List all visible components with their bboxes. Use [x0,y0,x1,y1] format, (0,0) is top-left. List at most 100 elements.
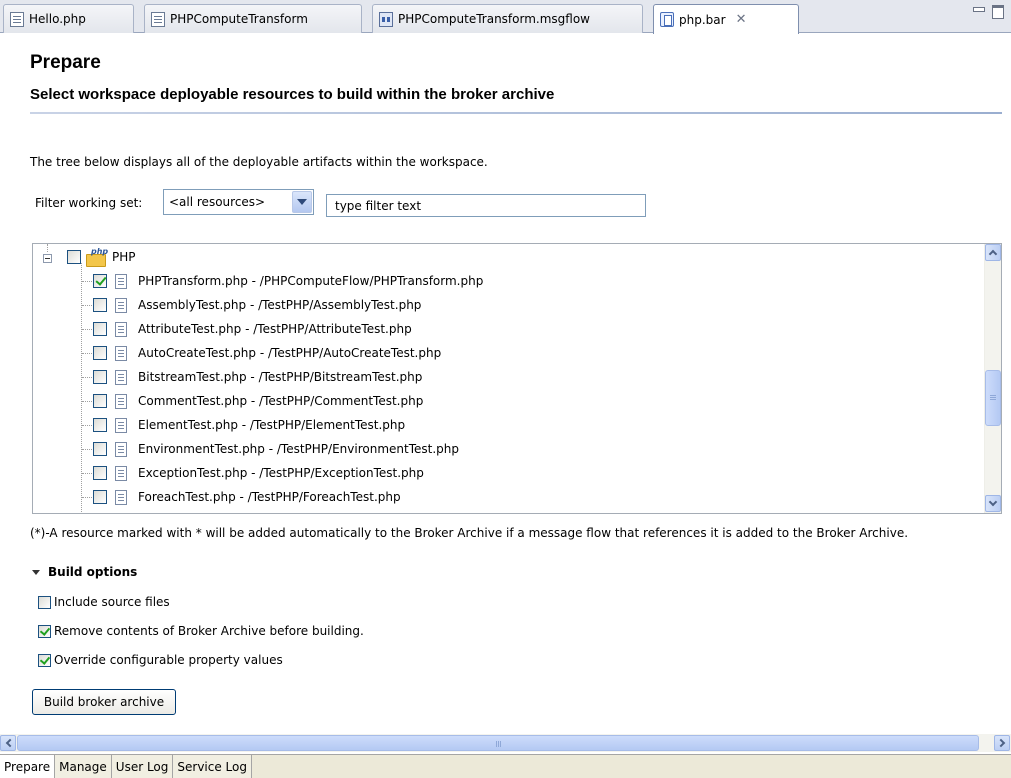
tab-user-log[interactable]: User Log [111,755,174,778]
remove-contents-option[interactable]: Remove contents of Broker Archive before… [38,624,364,638]
filter-working-set-label: Filter working set: [35,196,143,210]
tree-row[interactable]: AssemblyTest.php - /TestPHP/AssemblyTest… [33,294,421,316]
window-controls [973,5,1004,19]
tree-row[interactable]: ExceptionTest.php - /TestPHP/ExceptionTe… [33,462,424,484]
build-broker-archive-button[interactable]: Build broker archive [32,689,176,715]
php-file-icon [151,11,165,27]
deployable-resources-tree: PHP PHPTransform.php - /PHPComputeFlow/P… [32,243,1002,514]
tree-row[interactable]: ForeachTest.php - /TestPHP/ForeachTest.p… [33,486,401,508]
working-set-select[interactable]: <all resources> [163,189,314,215]
tab-prepare[interactable]: Prepare [0,755,56,778]
horizontal-scroll-thumb[interactable] [17,735,979,751]
tree-item-label: PHPTransform.php - /PHPComputeFlow/PHPTr… [138,274,484,288]
tree-checkbox[interactable] [93,322,107,336]
scroll-left-button[interactable] [0,735,16,751]
option-label: Include source files [54,595,170,609]
option-label: Remove contents of Broker Archive before… [54,624,364,638]
php-folder-icon [86,247,108,267]
tree-row[interactable]: BitstreamTest.php - /TestPHP/BitstreamTe… [33,366,422,388]
override-properties-option[interactable]: Override configurable property values [38,653,283,667]
tree-row[interactable]: CommentTest.php - /TestPHP/CommentTest.p… [33,390,423,412]
tree-vertical-scrollbar[interactable] [984,244,1001,513]
tab-phpcomputetransform[interactable]: PHPComputeTransform [144,4,362,33]
tree-row[interactable]: AutoCreateTest.php - /TestPHP/AutoCreate… [33,342,441,364]
tree-item-label: ForeachTest.php - /TestPHP/ForeachTest.p… [138,490,401,504]
tree-row[interactable]: PHPTransform.php - /PHPComputeFlow/PHPTr… [33,270,483,292]
tab-msgflow[interactable]: PHPComputeTransform.msgflow [372,4,643,33]
tree-checkbox[interactable] [93,490,107,504]
php-file-icon [10,11,24,27]
tree-item-label: AttributeTest.php - /TestPHP/AttributeTe… [138,322,412,336]
tree-item-label: ElementTest.php - /TestPHP/ElementTest.p… [138,418,406,432]
expand-twisty-icon[interactable] [32,569,40,575]
include-source-files-option[interactable]: Include source files [38,595,170,609]
tree-checkbox[interactable] [93,442,107,456]
tree-item-label: CommentTest.php - /TestPHP/CommentTest.p… [138,394,424,408]
tree-row[interactable]: ElementTest.php - /TestPHP/ElementTest.p… [33,414,405,436]
close-icon[interactable]: ✕ [736,12,747,27]
chevron-left-icon [5,738,14,748]
editor-tab-bar: Hello.php PHPComputeTransform PHPCompute… [0,0,1011,34]
build-options-title: Build options [48,565,138,579]
message-flow-icon [379,11,393,27]
horizontal-scrollbar[interactable] [0,734,1011,752]
tree-checkbox[interactable] [93,394,107,408]
working-set-value: <all resources> [169,195,266,209]
tab-label: Hello.php [29,12,86,26]
tab-label: PHPComputeTransform.msgflow [398,12,590,26]
tree-row[interactable]: EnvironmentTest.php - /TestPHP/Environme… [33,438,459,460]
php-file-icon [115,441,127,457]
tree-item-label: EnvironmentTest.php - /TestPHP/Environme… [138,442,459,456]
tab-label: php.bar [679,12,726,27]
tree-item-label: AutoCreateTest.php - /TestPHP/AutoCreate… [138,346,442,360]
chevron-right-icon [996,738,1005,748]
collapse-icon[interactable] [43,254,52,263]
php-file-icon [115,297,127,313]
tree-item-label: ExceptionTest.php - /TestPHP/ExceptionTe… [138,466,424,480]
dropdown-button[interactable] [292,191,312,213]
minimize-icon[interactable] [973,5,985,15]
option-label: Override configurable property values [54,653,283,667]
build-options-header[interactable]: Build options [32,565,137,579]
tree-row-php-folder[interactable]: PHP [33,246,136,268]
page-description: The tree below displays all of the deplo… [30,155,488,169]
filter-text-input[interactable] [326,194,646,217]
scroll-thumb[interactable] [985,370,1001,426]
tab-hello-php[interactable]: Hello.php [3,4,134,33]
page-title: Prepare [30,52,101,73]
editor-page-tabs: Prepare Manage User Log Service Log [0,754,1011,778]
include-source-files-checkbox[interactable] [38,595,51,609]
tree-checkbox[interactable] [93,298,107,312]
scroll-down-button[interactable] [985,495,1001,512]
tree-checkbox[interactable] [93,274,107,288]
tree-item-label: BitstreamTest.php - /TestPHP/BitstreamTe… [138,370,423,384]
tree-checkbox[interactable] [67,250,81,264]
tree-checkbox[interactable] [93,370,107,384]
php-file-icon [115,273,127,289]
php-file-icon [115,417,127,433]
scroll-right-button[interactable] [994,735,1010,751]
broker-archive-icon [660,12,674,27]
php-file-icon [115,345,127,361]
tree-item-label: PHP [112,250,136,264]
remove-contents-checkbox[interactable] [38,624,51,638]
auto-add-note: (*)-A resource marked with * will be add… [30,526,909,540]
maximize-icon[interactable] [992,5,1004,19]
prepare-page: Prepare Select workspace deployable reso… [0,34,1011,734]
tab-label: PHPComputeTransform [170,12,308,26]
scroll-up-button[interactable] [985,244,1001,261]
php-file-icon [115,369,127,385]
tree-item-label: AssemblyTest.php - /TestPHP/AssemblyTest… [138,298,422,312]
tab-service-log[interactable]: Service Log [173,755,252,778]
tree-row[interactable]: AttributeTest.php - /TestPHP/AttributeTe… [33,318,412,340]
tab-manage[interactable]: Manage [55,755,112,778]
tab-php-bar[interactable]: php.bar ✕ [653,4,799,34]
tree-checkbox[interactable] [93,466,107,480]
tree-checkbox[interactable] [93,418,107,432]
override-properties-checkbox[interactable] [38,653,51,667]
chevron-up-icon [988,249,998,259]
tree-checkbox[interactable] [93,346,107,360]
php-file-icon [115,489,127,505]
chevron-down-icon [988,497,998,507]
title-divider [30,112,1002,114]
